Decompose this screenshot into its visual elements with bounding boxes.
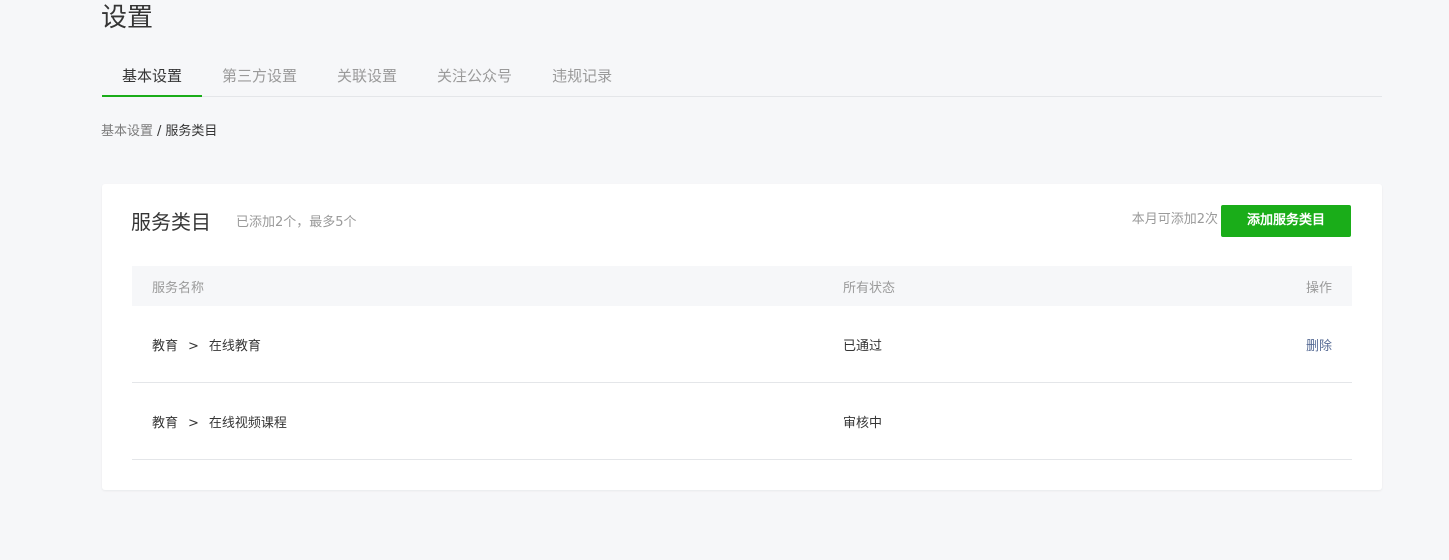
table-header: 服务名称 所有状态 操作 [132, 266, 1352, 306]
status-cell: 已通过 [843, 338, 883, 354]
service-name-cell: 教育 > 在线视频课程 [132, 412, 823, 431]
service-category-table: 服务名称 所有状态 操作 教育 > 在线教育 已通过 删除 教育 > 在线视频课程 审核… [132, 266, 1352, 460]
subcategory-label: 在线教育 [208, 338, 261, 354]
page-title: 设置 [101, 3, 154, 33]
path-separator: > [188, 338, 199, 354]
service-category-card: 服务类目 已添加2个，最多5个 本月可添加2次 添加服务类目 服务名称 所有状态… [102, 184, 1382, 490]
subcategory-label: 在线视频课程 [208, 415, 287, 431]
tab-violation-records[interactable]: 违规记录 [532, 56, 632, 96]
path-separator: > [188, 415, 199, 431]
breadcrumb-separator: / [157, 124, 162, 139]
delete-link[interactable]: 删除 [1306, 339, 1332, 354]
table-row: 教育 > 在线视频课程 审核中 [132, 383, 1352, 460]
column-header-service-name: 服务名称 [152, 280, 205, 296]
tab-third-party-settings[interactable]: 第三方设置 [202, 56, 317, 96]
card-count-hint: 已添加2个，最多5个 [236, 215, 357, 230]
category-label: 教育 [152, 338, 179, 354]
service-name-cell: 教育 > 在线教育 [132, 335, 823, 354]
category-label: 教育 [152, 415, 179, 431]
column-header-operation: 操作 [1305, 280, 1332, 296]
breadcrumb-parent-link[interactable]: 基本设置 [101, 124, 153, 139]
settings-page: 设置 基本设置 第三方设置 关联设置 关注公众号 违规记录 基本设置 / 服务类目 … [0, 0, 1449, 560]
status-cell: 审核中 [843, 415, 883, 431]
tab-basic-settings[interactable]: 基本设置 [102, 56, 203, 97]
breadcrumb-current: 服务类目 [165, 124, 218, 139]
breadcrumb: 基本设置 / 服务类目 [101, 122, 217, 142]
settings-tabs: 基本设置 第三方设置 关联设置 关注公众号 违规记录 [102, 56, 1382, 97]
column-header-status[interactable]: 所有状态 [823, 277, 1232, 296]
table-row: 教育 > 在线教育 已通过 删除 [132, 306, 1352, 383]
operation-cell: 删除 [1232, 335, 1352, 354]
add-service-category-button[interactable]: 添加服务类目 [1221, 205, 1351, 237]
tab-linked-settings[interactable]: 关联设置 [317, 56, 417, 96]
card-title: 服务类目 [131, 210, 211, 234]
monthly-quota-text: 本月可添加2次 [1131, 212, 1218, 227]
tab-follow-official-account[interactable]: 关注公众号 [417, 56, 532, 96]
